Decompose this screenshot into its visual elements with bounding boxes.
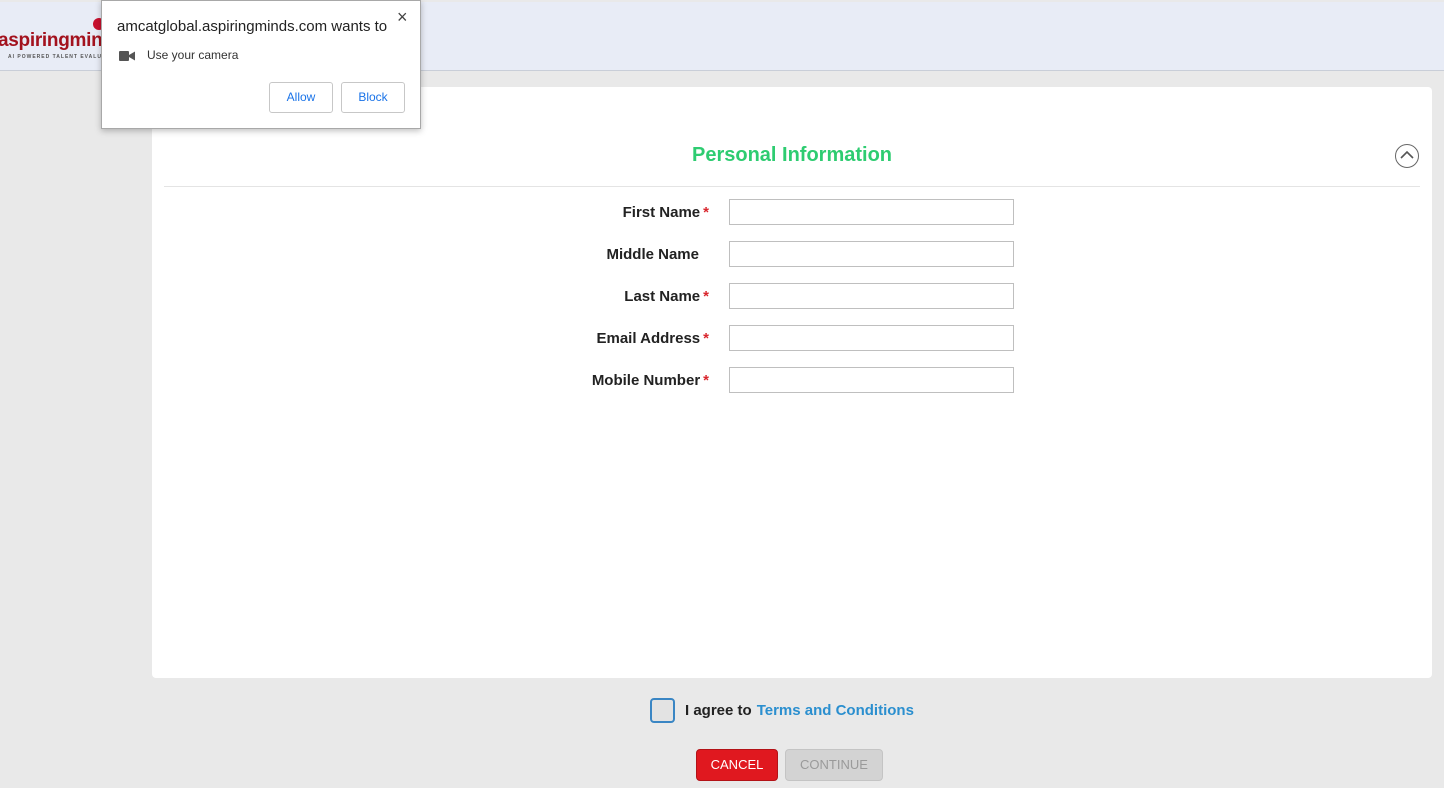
first-name-row: First Name * (152, 199, 1432, 225)
last-name-row: Last Name * (152, 283, 1432, 309)
required-marker: * (703, 288, 709, 305)
email-address-row: Email Address * (152, 325, 1432, 351)
continue-button[interactable]: CONTINUE (785, 749, 883, 781)
personal-information-card: Personal Information First Name * Middle … (152, 87, 1432, 678)
section-divider (164, 186, 1420, 187)
cancel-button[interactable]: CANCEL (696, 749, 778, 781)
first-name-input[interactable] (729, 199, 1014, 225)
email-address-input[interactable] (729, 325, 1014, 351)
agree-text: I agree to Terms and Conditions (685, 702, 914, 719)
first-name-label: First Name * (622, 204, 709, 221)
middle-name-input[interactable] (729, 241, 1014, 267)
agree-prefix: I agree to (685, 702, 752, 719)
section-title: Personal Information (691, 144, 893, 166)
required-marker: * (703, 204, 709, 221)
block-button[interactable]: Block (341, 82, 405, 113)
agree-checkbox[interactable] (650, 698, 675, 723)
last-name-label: Last Name * (624, 288, 709, 305)
allow-button[interactable]: Allow (269, 82, 333, 113)
camera-permission-popup: amcatglobal.aspiringminds.com wants to ×… (101, 0, 421, 129)
email-address-label: Email Address * (596, 330, 710, 347)
permission-popup-title: amcatglobal.aspiringminds.com wants to (117, 18, 388, 35)
camera-icon (119, 51, 135, 61)
terms-and-conditions-link[interactable]: Terms and Conditions (757, 702, 914, 719)
last-name-input[interactable] (729, 283, 1014, 309)
close-icon[interactable]: × (397, 7, 408, 28)
required-marker: * (703, 372, 709, 389)
chevron-up-icon (1400, 150, 1414, 159)
permission-description: Use your camera (147, 48, 239, 62)
mobile-number-row: Mobile Number * (152, 367, 1432, 393)
required-marker: * (703, 330, 709, 347)
mobile-number-label: Mobile Number * (591, 372, 709, 389)
middle-name-row: Middle Name (152, 241, 1432, 267)
mobile-number-input[interactable] (729, 367, 1014, 393)
middle-name-label: Middle Name (606, 246, 699, 263)
collapse-section-button[interactable] (1395, 144, 1419, 168)
